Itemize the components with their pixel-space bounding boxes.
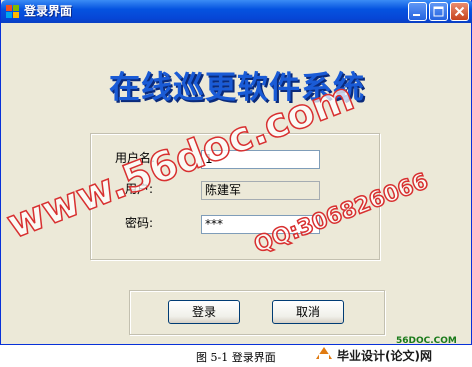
button-group: 登录 取消: [129, 290, 385, 335]
username-input[interactable]: 1: [201, 150, 320, 169]
title-bar[interactable]: 登录界面: [1, 0, 472, 23]
login-form-group: 用户名: 1 用户: 陈建军 密码: ***: [90, 133, 380, 260]
app-icon: [6, 5, 19, 18]
close-icon: [454, 6, 465, 17]
cancel-button[interactable]: 取消: [272, 300, 344, 324]
password-input[interactable]: ***: [201, 215, 320, 234]
minimize-button[interactable]: [408, 2, 427, 21]
maximize-button[interactable]: [429, 2, 448, 21]
username-label: 用户名:: [115, 151, 156, 165]
system-title: 在线巡更软件系统: [109, 70, 365, 106]
close-button[interactable]: [450, 2, 469, 21]
site-logo: 56DOC.COM: [396, 336, 457, 346]
user-label: 用户:: [125, 182, 154, 196]
maximize-icon: [433, 6, 444, 17]
login-button[interactable]: 登录: [168, 300, 240, 324]
password-label: 密码:: [125, 216, 154, 230]
site-icon: [316, 347, 332, 359]
user-name-field: 陈建军: [201, 181, 320, 200]
minimize-icon: [413, 14, 420, 16]
site-name: 毕业设计(论文)网: [337, 349, 432, 363]
login-window: 登录界面 在线巡更软件系统 用户名: 1 用户: 陈建军 密码: *** 登录 …: [0, 0, 472, 345]
window-title: 登录界面: [24, 4, 73, 18]
figure-caption: 图 5-1 登录界面: [196, 351, 276, 364]
